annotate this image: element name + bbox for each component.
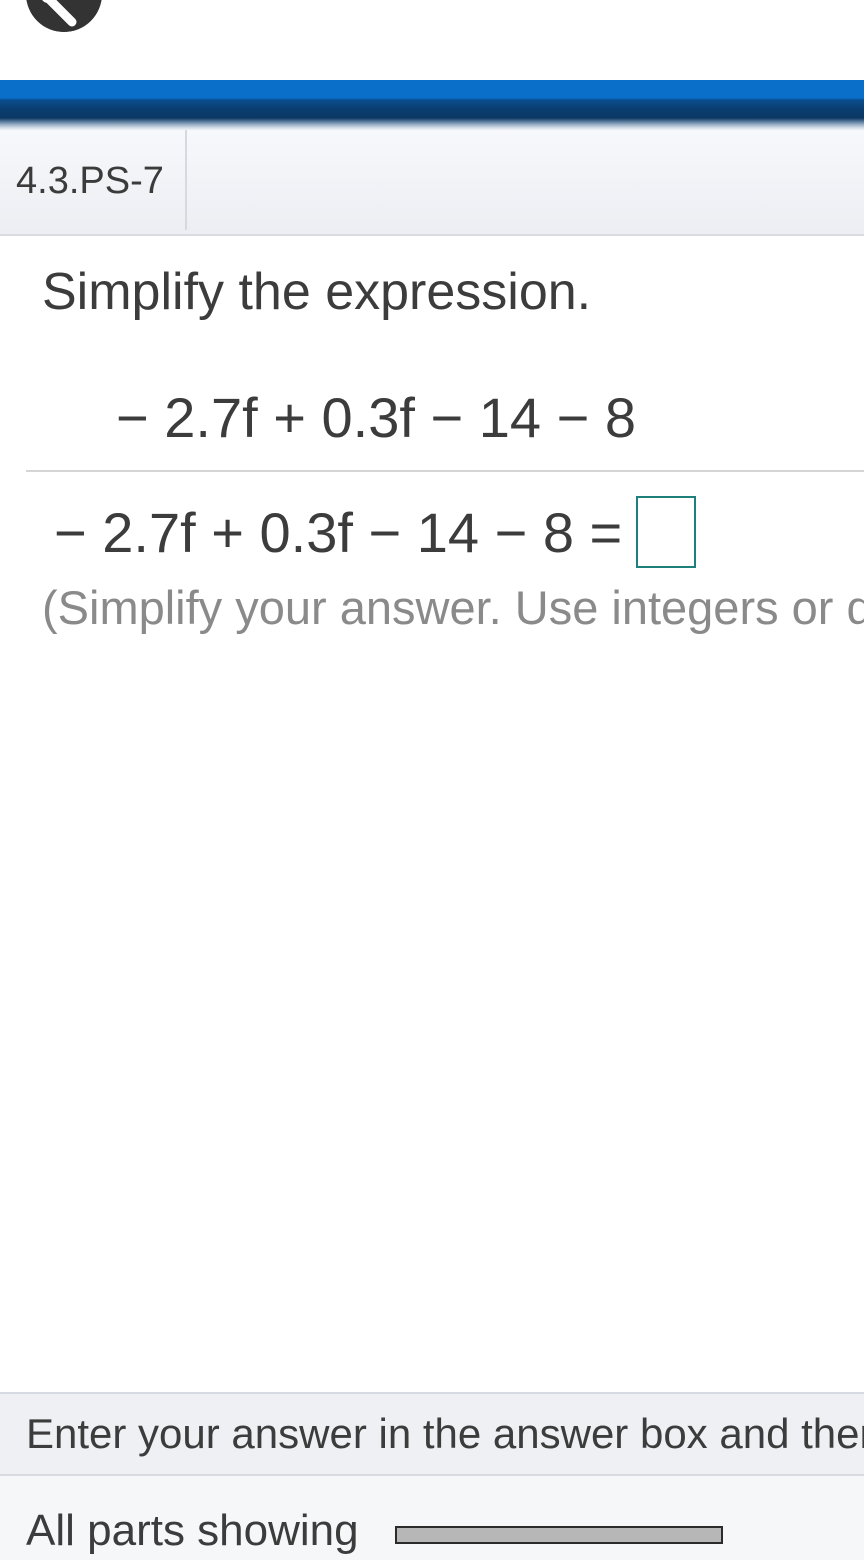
divider (26, 470, 864, 472)
answer-input[interactable] (636, 496, 697, 568)
wrench-icon[interactable] (26, 0, 102, 32)
footer-status-bar: All parts showing (0, 1476, 864, 1560)
problem-id-bar: 4.3.PS-7 (0, 130, 864, 236)
footer-instructions: Enter your answer in the answer box and … (26, 1410, 864, 1457)
top-toolbar (0, 0, 864, 80)
parts-showing-label: All parts showing (26, 1506, 359, 1555)
parts-progress-fill (397, 1528, 721, 1542)
problem-id: 4.3.PS-7 (16, 160, 164, 202)
parts-progress-bar (395, 1526, 723, 1544)
answer-hint: (Simplify your answer. Use integers or d (42, 581, 864, 634)
answer-row: − 2.7f + 0.3f − 14 − 8 = (54, 494, 697, 570)
footer-instructions-bar: Enter your answer in the answer box and … (0, 1392, 864, 1476)
problem-id-cell: 4.3.PS-7 (0, 130, 187, 230)
header-banner (0, 80, 864, 130)
answer-prompt: − 2.7f + 0.3f − 14 − 8 = (54, 500, 623, 564)
question-expression: − 2.7f + 0.3f − 14 − 8 (116, 386, 636, 449)
question-instruction: Simplify the expression. (42, 263, 592, 321)
page: 4.3.PS-7 Simplify the expression. − 2.7f… (0, 0, 864, 1560)
